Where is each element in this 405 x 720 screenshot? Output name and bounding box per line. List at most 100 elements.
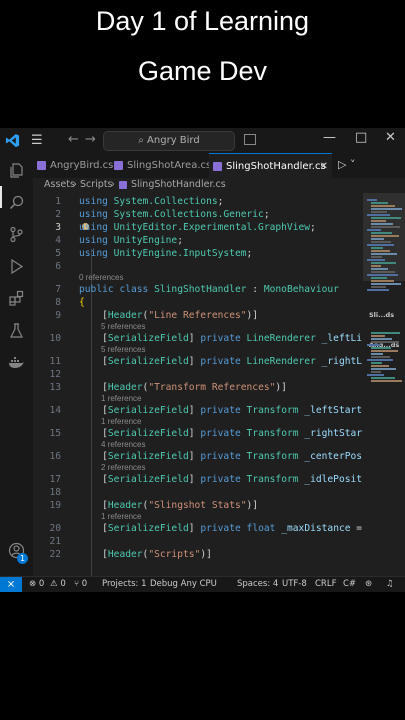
- code-line[interactable]: 11 [SerializeField] private LineRenderer…: [33, 355, 363, 368]
- code-token: System.Collections.Generic: [113, 209, 264, 220]
- run-debug-icon[interactable]: [8, 258, 25, 275]
- code-line[interactable]: 20 [SerializeField] private float _maxDi…: [33, 522, 363, 535]
- code-line[interactable]: 10 [SerializeField] private LineRenderer…: [33, 332, 363, 345]
- line-number: 21: [49, 536, 61, 547]
- codelens-references[interactable]: 1 reference: [101, 394, 141, 404]
- breadcrumb: Assets › Scripts › SlingShotHandler.cs: [33, 178, 405, 193]
- copilot-icon[interactable]: ⊛: [365, 579, 372, 589]
- code-line[interactable]: 1 using System.Collections;: [33, 195, 363, 208]
- code-editor[interactable]: 1 using System.Collections; 2 using System.…: [33, 193, 363, 576]
- minimap-line: [367, 289, 389, 291]
- code-text: [SerializeField] private Transform _left…: [79, 404, 363, 417]
- tab-slingshotarea[interactable]: SlingShotArea.cs: [110, 153, 211, 178]
- extensions-icon[interactable]: [8, 290, 25, 307]
- code-token: using: [79, 209, 114, 220]
- hamburger-icon[interactable]: ☰: [31, 133, 43, 148]
- code-token: _leftStartPosit: [304, 405, 363, 416]
- ports-count[interactable]: ⑂ 0: [74, 579, 87, 589]
- layout-toggle-icon[interactable]: [244, 134, 256, 145]
- minimize-button[interactable]: —: [323, 130, 336, 145]
- maximize-button[interactable]: □: [355, 130, 367, 145]
- minimap-line: [367, 244, 394, 246]
- code-line[interactable]: 8{: [33, 296, 363, 309]
- code-line[interactable]: 9 [Header("Line References")]: [33, 309, 363, 322]
- code-token: )]: [200, 549, 212, 560]
- code-line[interactable]: 16 [SerializeField] private Transform _c…: [33, 450, 363, 463]
- codelens-references[interactable]: 1 reference: [101, 417, 141, 427]
- code-line[interactable]: 7 public class SlingShotHandler : MonoBeh…: [33, 283, 363, 296]
- encoding-status[interactable]: UTF-8: [282, 579, 307, 589]
- minimap-line: [371, 347, 391, 349]
- breadcrumb-scripts[interactable]: Scripts: [80, 179, 113, 190]
- minimap-line: [371, 265, 381, 267]
- language-mode[interactable]: C#: [343, 579, 356, 589]
- code-text: using UnityEngine;: [79, 234, 183, 247]
- code-text: using UnityEditor.Experimental.GraphView…: [79, 221, 316, 234]
- minimap-line: [371, 202, 388, 204]
- code-line[interactable]: 19 [Header("Slingshot Stats")]: [33, 499, 363, 512]
- minimap-line: [371, 247, 383, 249]
- eol-status[interactable]: CRLF: [315, 579, 336, 589]
- code-token: )]: [246, 310, 259, 321]
- code-line[interactable]: 6: [33, 260, 363, 273]
- minimap-line: [371, 256, 382, 258]
- tab-slingshothandler[interactable]: SlingShotHandler.cs ✕: [209, 153, 332, 178]
- codelens-references[interactable]: 5 references: [101, 345, 145, 355]
- code-line[interactable]: 14 [SerializeField] private Transform _l…: [33, 404, 363, 417]
- arrow-right-icon[interactable]: →: [85, 132, 96, 147]
- warnings-count[interactable]: ⚠ 0: [50, 579, 66, 589]
- code-token: ;: [217, 196, 224, 207]
- code-line[interactable]: 5 using UnityEngine.InputSystem;: [33, 247, 363, 260]
- codelens-references[interactable]: 1 reference: [101, 512, 141, 522]
- command-center-search[interactable]: ⌕ Angry Bird: [103, 131, 235, 151]
- minimap-line: [371, 353, 383, 355]
- code-line[interactable]: 21: [33, 535, 363, 548]
- code-line[interactable]: 13 [Header("Transform References")]: [33, 381, 363, 394]
- breadcrumb-assets[interactable]: Assets: [44, 179, 75, 190]
- code-line[interactable]: 3 using UnityEditor.Experimental.GraphVie…: [33, 221, 363, 234]
- testing-flask-icon[interactable]: [8, 322, 25, 339]
- source-control-icon[interactable]: [8, 226, 25, 243]
- code-text: using System.Collections.Generic;: [79, 208, 270, 221]
- tab-angrybird[interactable]: AngryBird.cs: [33, 153, 113, 178]
- codelens-references[interactable]: 2 references: [101, 463, 145, 473]
- arrow-left-icon[interactable]: ←: [68, 132, 79, 147]
- code-line[interactable]: 18: [33, 486, 363, 499]
- code-token: UnityEngine: [113, 235, 178, 246]
- minimap-line: [371, 362, 382, 364]
- code-token: [: [79, 333, 108, 344]
- code-token: using: [79, 235, 114, 246]
- codelens-references[interactable]: 5 references: [101, 322, 145, 332]
- breadcrumb-file[interactable]: SlingShotHandler.cs: [131, 179, 226, 190]
- code-line[interactable]: 4 using UnityEngine;: [33, 234, 363, 247]
- remote-icon[interactable]: ⨯: [0, 577, 22, 592]
- caption-line-1: Day 1 of Learning: [95, 6, 310, 36]
- line-number: 1: [55, 196, 61, 207]
- bell-icon[interactable]: ♫: [386, 579, 394, 589]
- minimap-line: [367, 274, 398, 276]
- code-line[interactable]: 12: [33, 368, 363, 381]
- code-line[interactable]: 15 [SerializeField] private Transform _r…: [33, 427, 363, 440]
- close-window-button[interactable]: ✕: [385, 130, 396, 145]
- search-icon[interactable]: [8, 194, 25, 211]
- minimap[interactable]: Sli...ds Ang...ds: [363, 193, 405, 576]
- tab-close-icon[interactable]: ✕: [320, 154, 328, 179]
- code-token: [: [79, 405, 108, 416]
- explorer-icon[interactable]: [8, 162, 25, 179]
- projects-status[interactable]: Projects: 1: [102, 579, 146, 589]
- code-token: ;: [263, 209, 270, 220]
- debug-config[interactable]: Debug Any CPU: [150, 579, 217, 589]
- code-text: [SerializeField] private Transform _righ…: [79, 427, 363, 440]
- code-line[interactable]: 17 [SerializeField] private Transform _i…: [33, 473, 363, 486]
- docker-whale-icon[interactable]: [8, 354, 25, 371]
- codelens-references[interactable]: 0 references: [79, 273, 123, 283]
- code-line[interactable]: 22 [Header("Scripts")]: [33, 548, 363, 561]
- errors-count[interactable]: ⊗ 0: [29, 579, 44, 589]
- codelens-references[interactable]: 4 references: [101, 440, 145, 450]
- indentation-status[interactable]: Spaces: 4: [237, 579, 278, 589]
- code-line[interactable]: 2 using System.Collections.Generic;: [33, 208, 363, 221]
- run-button[interactable]: ▷ ˅: [338, 158, 355, 171]
- code-token: ]: [188, 428, 201, 439]
- code-token: )]: [246, 500, 259, 511]
- code-text: [SerializeField] private Transform _cent…: [79, 450, 363, 463]
